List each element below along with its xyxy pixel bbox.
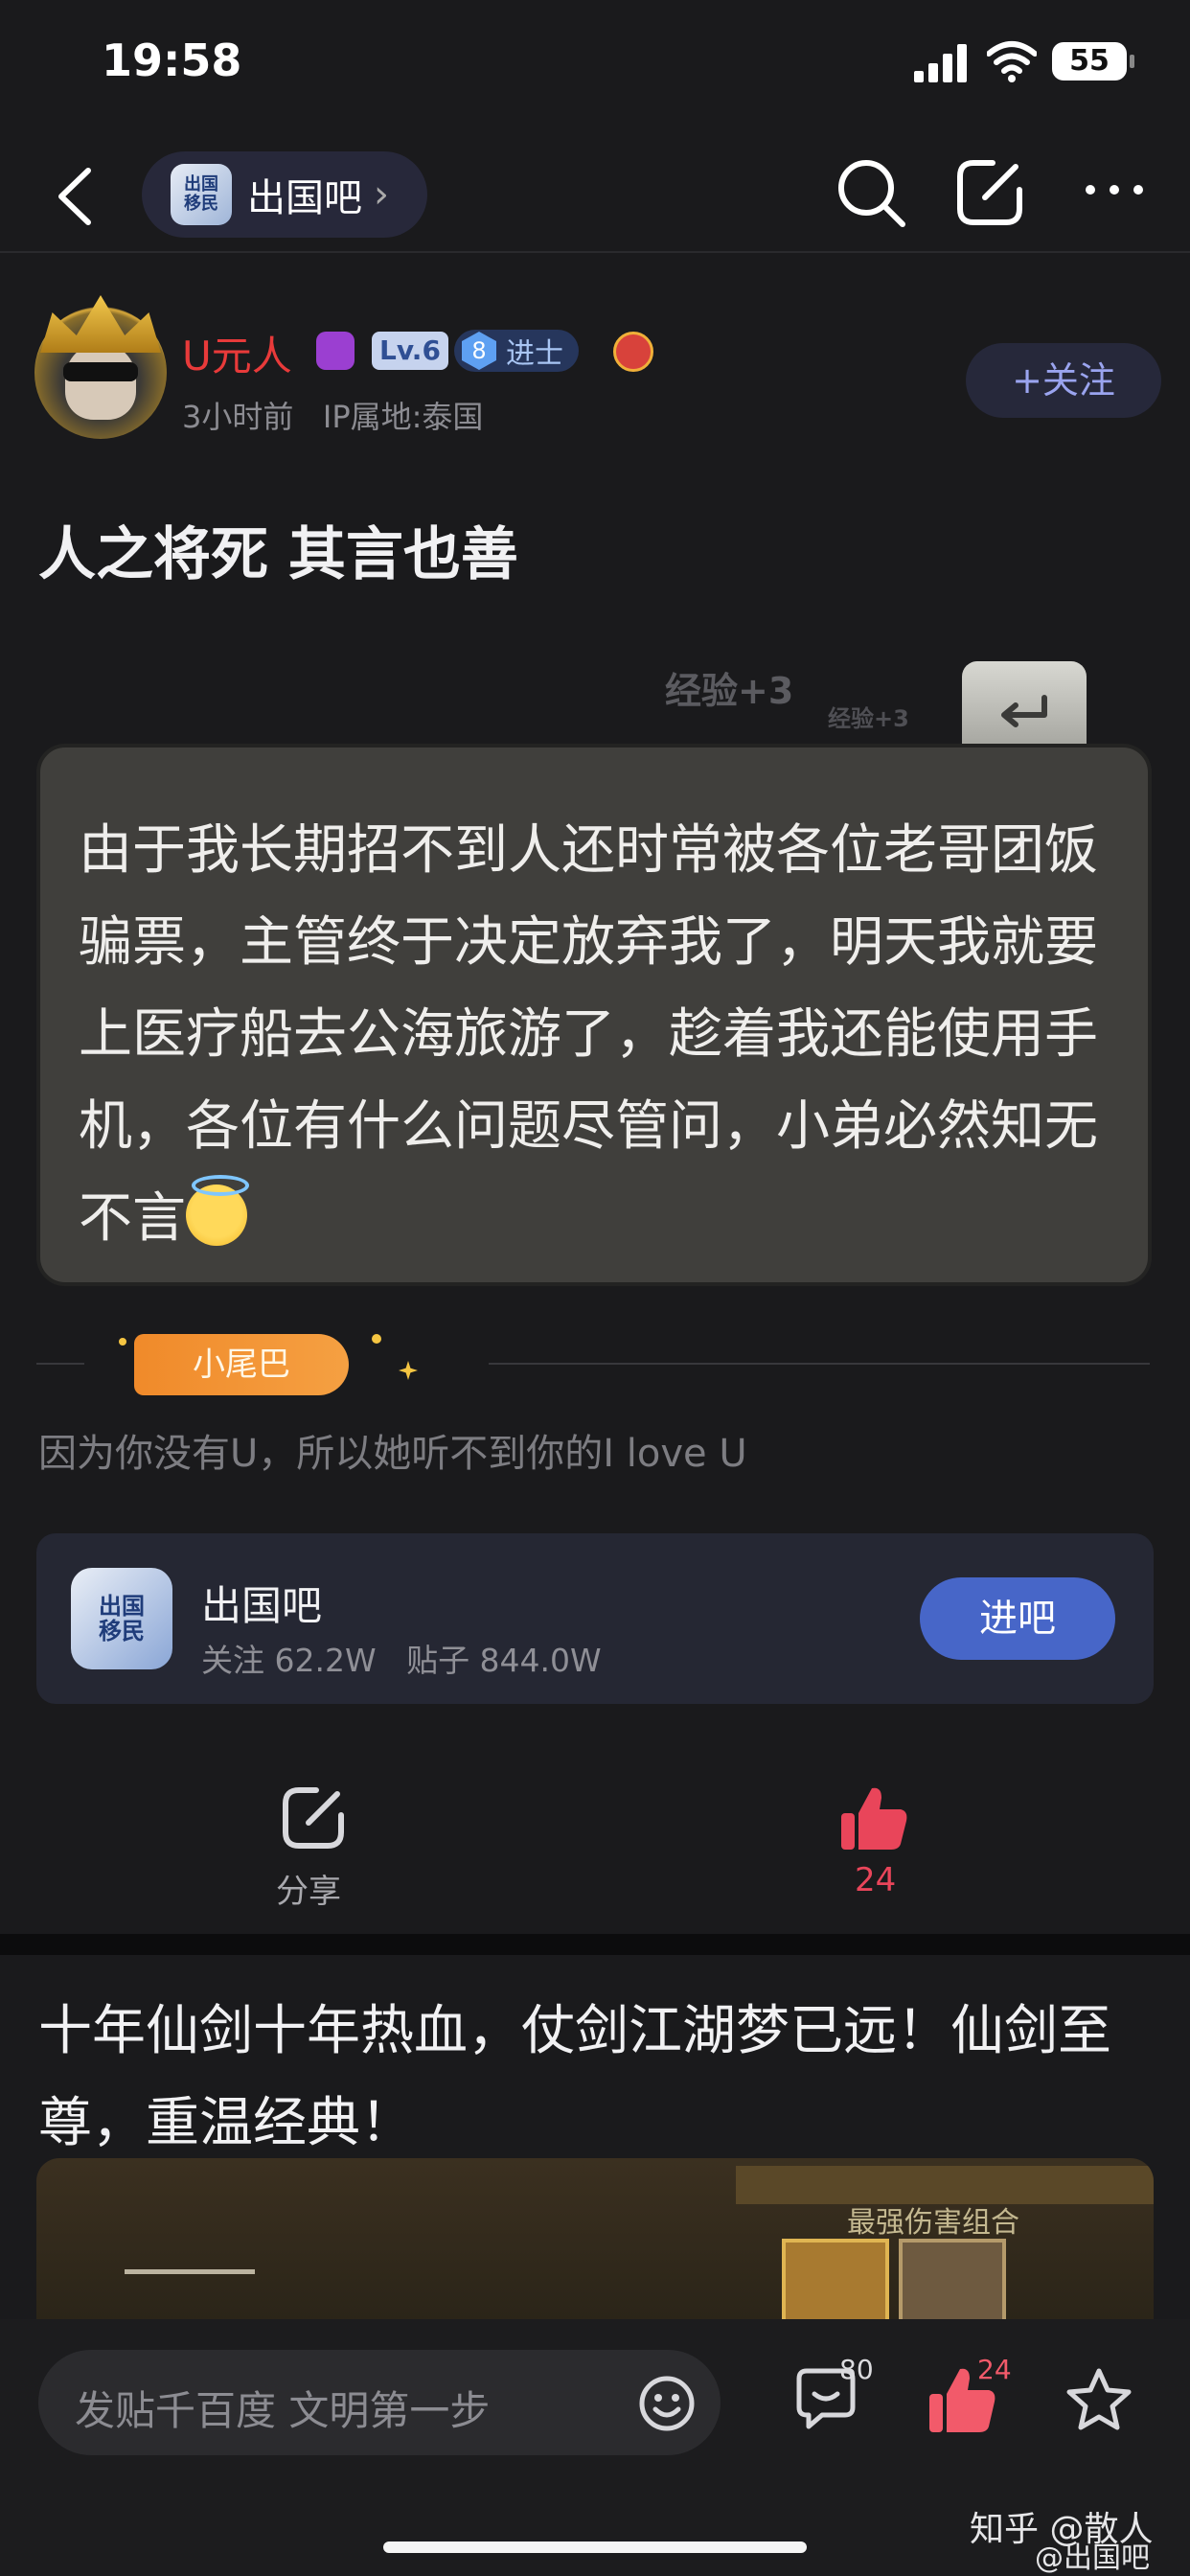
status-time: 19:58 [102,34,242,86]
search-icon[interactable] [835,157,908,230]
reply-input-placeholder: 发贴千百度 文明第一步 [75,2387,491,2434]
avatar[interactable] [34,295,167,439]
star-icon [399,1361,418,1380]
ad-image[interactable]: 最强伤害组合 [36,2158,1154,2327]
tail-divider-left [36,1363,84,1365]
sparkle-icon [119,1338,126,1346]
cellular-signal-icon [914,44,967,82]
exp-label: 经验+3 [665,670,794,712]
sparkle-icon [372,1334,381,1344]
battery-indicator: 55 [1052,42,1134,80]
rank-badge: 8 进士 [454,330,579,372]
home-indicator[interactable] [383,2542,807,2553]
post-body-bubble: 由于我长期招不到人还时常被各位老哥团饭骗票，主管终于决定放弃我了，明天我就要上医… [36,744,1152,1286]
post-meta: 3小时前 IP属地:泰国 [182,399,484,435]
tail-divider-right [489,1363,1150,1365]
status-bar: 19:58 55 [0,0,1190,134]
forum-card-name: 出国吧 [201,1582,323,1629]
thumbs-up-icon[interactable] [839,1784,910,1852]
enter-forum-button[interactable]: 进吧 [920,1577,1115,1660]
nav-divider [0,251,1190,253]
bottom-like-count: 24 [977,2354,1012,2385]
signature-text: 因为你没有U，所以她听不到你的I love U [38,1432,747,1476]
post-body: 由于我长期招不到人还时常被各位老哥团饭骗票，主管终于决定放弃我了，明天我就要上医… [79,805,1123,1265]
share-label[interactable]: 分享 [276,1865,341,1912]
reply-input[interactable]: 发贴千百度 文明第一步 [38,2350,721,2455]
author-name[interactable]: U元人 [182,324,292,382]
back-arrow-icon[interactable] [48,163,105,230]
emoji-icon[interactable] [638,2375,696,2432]
level-badge: Lv.6 [372,332,448,370]
forum-card[interactable]: 出国 移民 出国吧 关注 62.2W 贴子 844.0W 进吧 [36,1533,1154,1704]
section-separator [0,1934,1190,1955]
forum-card-stats: 关注 62.2W 贴子 844.0W [201,1642,602,1679]
vip-badge-icon [316,332,355,370]
forum-pill[interactable]: 出国 移民 出国吧 › [142,151,427,238]
rank-number: 8 [462,332,496,370]
author-row: U元人 Lv.6 8 进士 3小时前 IP属地:泰国 +关注 [27,295,1167,450]
tail-tag: 小尾巴 [134,1334,349,1395]
forum-card-logo-icon: 出国 移民 [71,1568,172,1669]
wifi-icon [987,41,1037,82]
edit-icon[interactable] [952,155,1027,230]
chevron-right-icon: › [374,172,389,217]
star-favorite-icon[interactable] [1065,2367,1133,2432]
more-icon[interactable] [1081,171,1148,209]
top-nav-bar: 出国 移民 出国吧 › [0,144,1190,249]
post-title: 人之将死 其言也善 [38,521,518,588]
ad-subtitle: 最强伤害组合 [847,2206,1019,2240]
halo-smile-emoji-icon [186,1175,249,1246]
bottom-bar: 发贴千百度 文明第一步 80 24 知乎 @散人 @出国吧 [0,2319,1190,2576]
comment-count: 80 [839,2354,874,2385]
follow-button[interactable]: +关注 [966,343,1161,418]
watermark-sub: @出国吧 [1035,2542,1150,2575]
exp-label-small: 经验+3 [828,705,909,732]
rank-title: 进士 [506,337,563,371]
forum-name: 出国吧 [247,176,362,220]
ad-title[interactable]: 十年仙剑十年热血，仗剑江湖梦已远！仙剑至尊，重温经典！ [38,1986,1159,2170]
forum-logo-icon: 出国 移民 [171,164,232,225]
medal-icon [613,332,653,372]
share-icon[interactable] [280,1784,347,1852]
like-count: 24 [855,1861,897,1899]
